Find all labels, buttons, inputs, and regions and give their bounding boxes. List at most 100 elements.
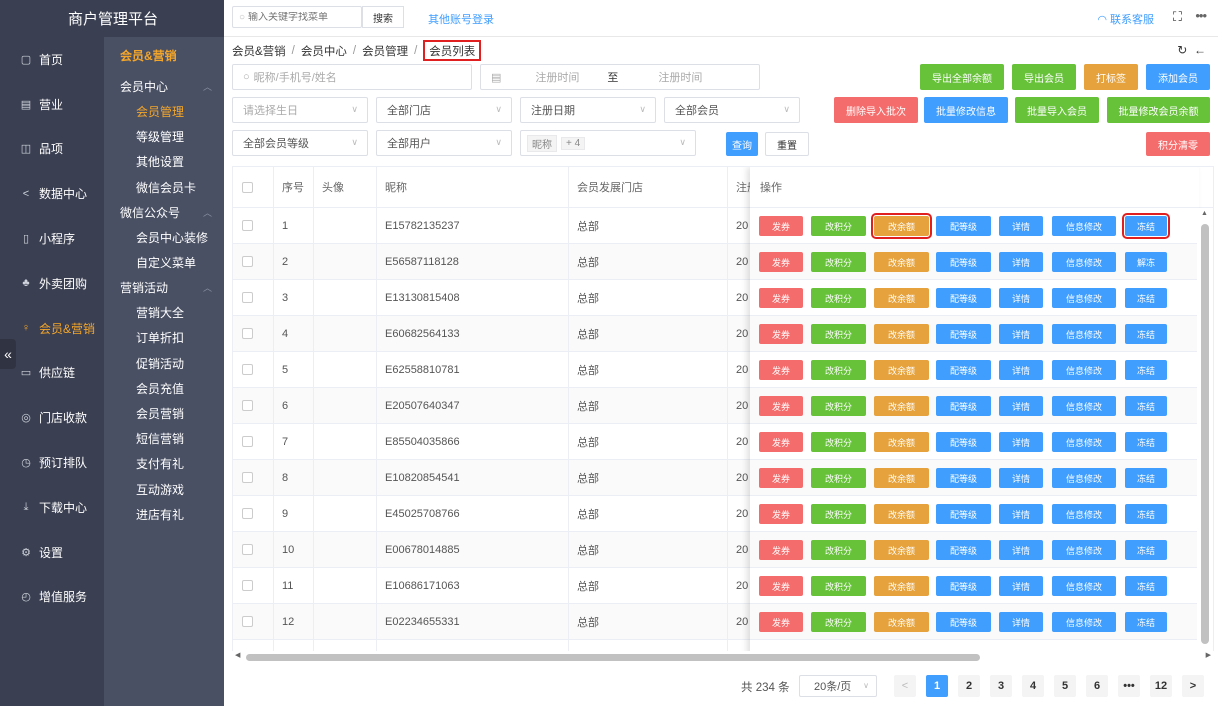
reset-button[interactable]: 重置 (765, 132, 809, 156)
submenu-item[interactable]: 会员营销 (104, 401, 224, 426)
edit-balance-button[interactable]: 改余额 (874, 252, 929, 272)
row-checkbox[interactable] (242, 292, 253, 303)
sidebar-item[interactable]: ▯ 小程序 (0, 216, 104, 261)
edit-points-button[interactable]: 改积分 (811, 468, 866, 488)
edit-balance-button[interactable]: 改余额 (874, 468, 929, 488)
edit-info-button[interactable]: 信息修改 (1052, 432, 1116, 452)
set-level-button[interactable]: 配等级 (936, 360, 991, 380)
set-level-button[interactable]: 配等级 (936, 504, 991, 524)
back-icon[interactable]: ← (1194, 43, 1206, 57)
issue-coupon-button[interactable]: 发券 (759, 252, 803, 272)
page-number[interactable]: 1 (926, 675, 948, 697)
freeze-toggle-button[interactable]: 冻结 (1125, 540, 1167, 560)
set-level-button[interactable]: 配等级 (936, 396, 991, 416)
member-level-select[interactable]: 全部会员等级 ∨ (232, 130, 368, 156)
scroll-up-icon[interactable]: ▲ (1201, 210, 1208, 217)
menu-search-button[interactable]: 搜索 (362, 6, 404, 28)
row-checkbox[interactable] (242, 328, 253, 339)
page-number[interactable]: 3 (990, 675, 1012, 697)
next-page-icon[interactable]: > (1182, 675, 1204, 697)
edit-info-button[interactable]: 信息修改 (1052, 576, 1116, 596)
contact-support-link[interactable]: ◠ 联系客服 (1097, 11, 1154, 27)
issue-coupon-button[interactable]: 发券 (759, 360, 803, 380)
edit-balance-button[interactable]: 改余额 (874, 396, 929, 416)
set-level-button[interactable]: 配等级 (936, 252, 991, 272)
edit-balance-button[interactable]: 改余额 (874, 288, 929, 308)
edit-points-button[interactable]: 改积分 (811, 540, 866, 560)
submenu-group[interactable]: 会员中心 ︿ (104, 74, 224, 99)
add-member-button[interactable]: 添加会员 (1146, 64, 1210, 90)
sidebar-item[interactable]: ◴ 增值服务 (0, 575, 104, 620)
edit-points-button[interactable]: 改积分 (811, 612, 866, 632)
issue-coupon-button[interactable]: 发券 (759, 324, 803, 344)
details-button[interactable]: 详情 (999, 576, 1043, 596)
sidebar-item[interactable]: ⤓ 下载中心 (0, 485, 104, 530)
edit-balance-button[interactable]: 改余额 (874, 324, 929, 344)
keyword-search-field[interactable]: ○ 昵称/手机号/姓名 (232, 64, 472, 90)
edit-info-button[interactable]: 信息修改 (1052, 324, 1116, 344)
edit-points-button[interactable]: 改积分 (811, 360, 866, 380)
refresh-icon[interactable]: ↻ (1177, 43, 1187, 57)
freeze-toggle-button[interactable]: 冻结 (1125, 612, 1167, 632)
vertical-scroll-thumb[interactable] (1201, 224, 1209, 644)
issue-coupon-button[interactable]: 发券 (759, 288, 803, 308)
submenu-item[interactable]: 营销大全 (104, 300, 224, 325)
freeze-toggle-button[interactable]: 解冻 (1125, 252, 1167, 272)
set-level-button[interactable]: 配等级 (936, 612, 991, 632)
submenu-item[interactable]: 订单折扣 (104, 325, 224, 350)
freeze-toggle-button[interactable]: 冻结 (1125, 468, 1167, 488)
other-account-login-link[interactable]: 其他账号登录 (428, 11, 494, 27)
page-number[interactable]: 6 (1086, 675, 1108, 697)
breadcrumb-item[interactable]: 会员管理 (362, 43, 408, 59)
sidebar-item[interactable]: ⚙ 设置 (0, 530, 104, 575)
details-button[interactable]: 详情 (999, 216, 1043, 236)
submenu-item[interactable]: 等级管理 (104, 124, 224, 149)
page-size-select[interactable]: 20条/页 ∨ (799, 675, 877, 697)
row-checkbox[interactable] (242, 616, 253, 627)
edit-info-button[interactable]: 信息修改 (1052, 540, 1116, 560)
freeze-toggle-button[interactable]: 冻结 (1125, 288, 1167, 308)
edit-balance-button[interactable]: 改余额 (874, 612, 929, 632)
submenu-group[interactable]: 营销活动 ︿ (104, 275, 224, 300)
batch-edit-balance-button[interactable]: 批量修改会员余额 (1107, 97, 1210, 123)
sidebar-item[interactable]: ◫ 品项 (0, 127, 104, 172)
fullscreen-icon[interactable]: ⛶ (1173, 9, 1182, 25)
submenu-item[interactable]: 进店有礼 (104, 502, 224, 527)
tag-multi-select[interactable]: 昵称 + 4 ∨ (520, 130, 696, 156)
set-level-button[interactable]: 配等级 (936, 288, 991, 308)
register-date-range[interactable]: ▤ 注册时间 至 注册时间 (480, 64, 760, 90)
page-number[interactable]: 5 (1054, 675, 1076, 697)
edit-info-button[interactable]: 信息修改 (1052, 360, 1116, 380)
set-level-button[interactable]: 配等级 (936, 216, 991, 236)
scroll-left-icon[interactable]: ◀ (235, 651, 240, 659)
page-number[interactable]: 4 (1022, 675, 1044, 697)
freeze-toggle-button[interactable]: 冻结 (1125, 324, 1167, 344)
set-level-button[interactable]: 配等级 (936, 468, 991, 488)
details-button[interactable]: 详情 (999, 432, 1043, 452)
tag-button[interactable]: 打标签 (1084, 64, 1138, 90)
details-button[interactable]: 详情 (999, 540, 1043, 560)
menu-search-box[interactable]: ○ (232, 6, 362, 28)
freeze-toggle-button[interactable]: 冻结 (1125, 396, 1167, 416)
clear-points-button[interactable]: 积分清零 (1146, 132, 1210, 156)
submenu-item[interactable]: 支付有礼 (104, 451, 224, 476)
submenu-item[interactable]: 自定义菜单 (104, 250, 224, 275)
sidebar-item[interactable]: ♣ 外卖团购 (0, 261, 104, 306)
details-button[interactable]: 详情 (999, 324, 1043, 344)
issue-coupon-button[interactable]: 发券 (759, 432, 803, 452)
edit-points-button[interactable]: 改积分 (811, 216, 866, 236)
submenu-item[interactable]: 短信营销 (104, 426, 224, 451)
edit-info-button[interactable]: 信息修改 (1052, 612, 1116, 632)
edit-balance-button[interactable]: 改余额 (874, 360, 929, 380)
issue-coupon-button[interactable]: 发券 (759, 504, 803, 524)
sidebar-item[interactable]: ▤ 营业 (0, 82, 104, 127)
edit-info-button[interactable]: 信息修改 (1052, 216, 1116, 236)
row-checkbox[interactable] (242, 508, 253, 519)
scroll-right-icon[interactable]: ▶ (1206, 651, 1211, 659)
edit-balance-button[interactable]: 改余额 (874, 540, 929, 560)
edit-points-button[interactable]: 改积分 (811, 324, 866, 344)
set-level-button[interactable]: 配等级 (936, 324, 991, 344)
submenu-item[interactable]: 微信会员卡 (104, 175, 224, 200)
details-button[interactable]: 详情 (999, 504, 1043, 524)
submenu-item[interactable]: 会员充值 (104, 376, 224, 401)
